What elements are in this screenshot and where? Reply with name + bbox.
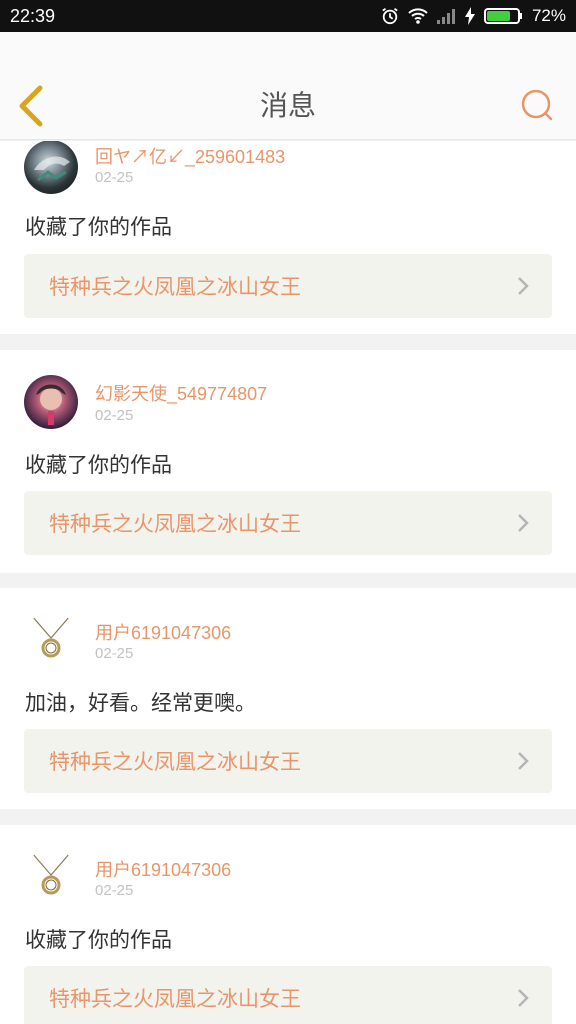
- chevron-right-icon: [518, 514, 529, 532]
- status-time: 22:39: [10, 5, 56, 26]
- message-date: 02-25: [95, 645, 134, 662]
- signal-icon: [436, 9, 455, 24]
- chevron-right-icon: [518, 277, 529, 295]
- chevron-right-icon: [518, 989, 529, 1007]
- message-item: 回ヤ↗亿↙_259601483 02-25 收藏了你的作品 特种兵之火凤凰之冰山…: [0, 141, 576, 334]
- chevron-right-icon: [518, 752, 529, 770]
- charging-icon: [464, 7, 475, 25]
- message-item: 用户6191047306 02-25 收藏了你的作品 特种兵之火凤凰之冰山女王: [0, 825, 576, 1024]
- message-text: 收藏了你的作品: [25, 453, 172, 477]
- battery-icon: [483, 8, 522, 24]
- wifi-icon: [408, 8, 428, 24]
- avatar[interactable]: [24, 375, 78, 429]
- work-link[interactable]: 特种兵之火凤凰之冰山女王: [24, 729, 552, 793]
- battery-percent: 72%: [531, 6, 566, 25]
- status-icons: 72%: [380, 6, 566, 26]
- work-link[interactable]: 特种兵之火凤凰之冰山女王: [24, 966, 552, 1024]
- avatar[interactable]: [24, 849, 78, 903]
- work-title: 特种兵之火凤凰之冰山女王: [49, 987, 301, 1011]
- work-link[interactable]: 特种兵之火凤凰之冰山女王: [24, 254, 552, 318]
- avatar[interactable]: [24, 612, 78, 666]
- alarm-icon: [382, 8, 398, 25]
- message-date: 02-25: [95, 882, 134, 899]
- message-list[interactable]: 回ヤ↗亿↙_259601483 02-25 收藏了你的作品 特种兵之火凤凰之冰山…: [0, 141, 576, 1024]
- message-item: 幻影天使_549774807 02-25 收藏了你的作品 特种兵之火凤凰之冰山女…: [0, 350, 576, 573]
- page-title: 消息: [259, 89, 316, 122]
- status-bar: 22:39 72%: [0, 0, 576, 32]
- username[interactable]: 用户6191047306: [95, 619, 231, 645]
- message-text: 收藏了你的作品: [25, 928, 172, 952]
- message-date: 02-25: [95, 169, 134, 186]
- work-link[interactable]: 特种兵之火凤凰之冰山女王: [24, 491, 552, 555]
- header: 消息: [0, 32, 576, 140]
- message-date: 02-25: [95, 407, 134, 424]
- username[interactable]: 回ヤ↗亿↙_259601483: [95, 143, 285, 169]
- avatar[interactable]: [24, 141, 78, 194]
- search-icon[interactable]: [520, 88, 554, 122]
- message-text: 加油，好看。经常更噢。: [25, 691, 256, 715]
- message-item: 用户6191047306 02-25 加油，好看。经常更噢。 特种兵之火凤凰之冰…: [0, 588, 576, 809]
- username[interactable]: 用户6191047306: [95, 856, 231, 882]
- work-title: 特种兵之火凤凰之冰山女王: [49, 750, 301, 774]
- work-title: 特种兵之火凤凰之冰山女王: [49, 275, 301, 299]
- username[interactable]: 幻影天使_549774807: [95, 380, 267, 406]
- message-text: 收藏了你的作品: [25, 215, 172, 239]
- work-title: 特种兵之火凤凰之冰山女王: [49, 512, 301, 536]
